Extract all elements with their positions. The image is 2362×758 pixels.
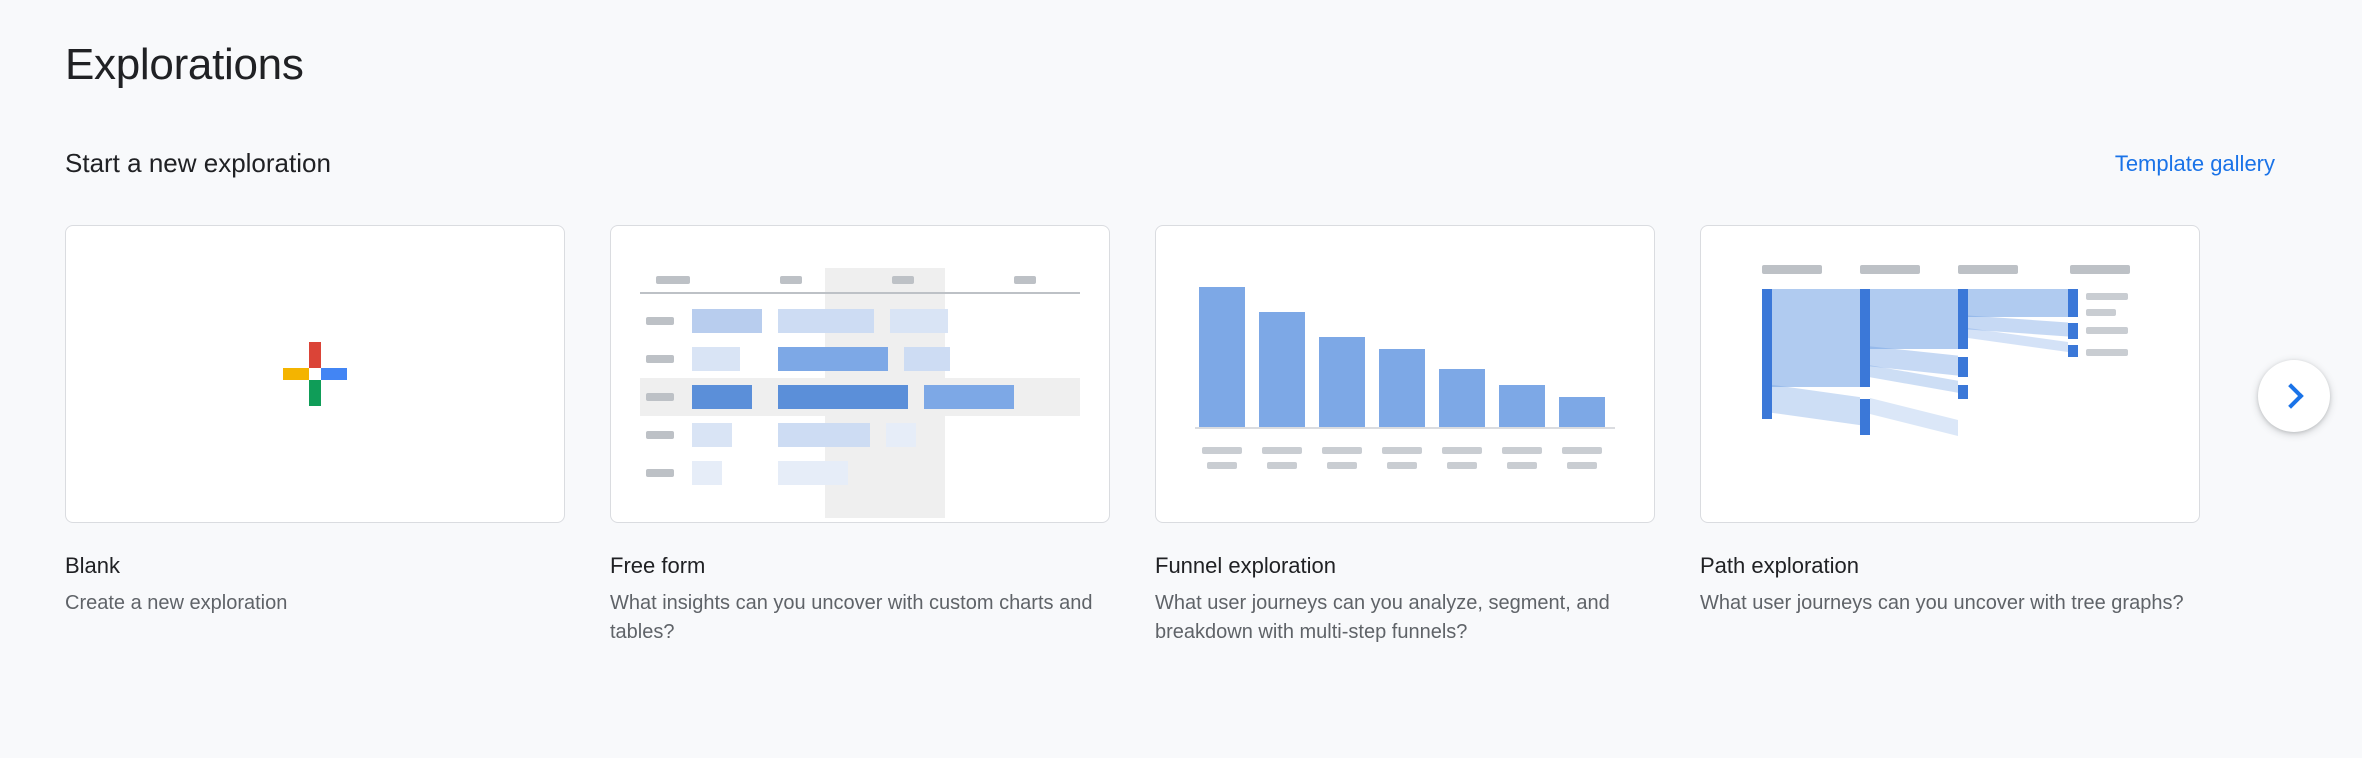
card-funnel-preview — [1155, 225, 1655, 523]
card-freeform-desc: What insights can you uncover with custo… — [610, 589, 1110, 647]
card-path[interactable]: Path exploration What user journeys can … — [1700, 225, 2200, 647]
card-blank-title: Blank — [65, 553, 565, 579]
plus-icon — [283, 342, 347, 406]
card-path-preview — [1700, 225, 2200, 523]
card-blank-desc: Create a new exploration — [65, 589, 565, 618]
page-title: Explorations — [65, 40, 2297, 90]
start-new-exploration-label: Start a new exploration — [65, 148, 331, 179]
template-gallery-link[interactable]: Template gallery — [2115, 151, 2275, 177]
card-freeform[interactable]: Free form What insights can you uncover … — [610, 225, 1110, 647]
template-cards-row: Blank Create a new exploration — [65, 225, 2297, 647]
card-funnel[interactable]: Funnel exploration What user journeys ca… — [1155, 225, 1655, 647]
card-freeform-preview — [610, 225, 1110, 523]
card-blank-preview — [65, 225, 565, 523]
next-templates-button[interactable] — [2258, 360, 2330, 432]
card-path-desc: What user journeys can you uncover with … — [1700, 589, 2200, 618]
chevron-right-icon — [2278, 383, 2303, 408]
card-path-title: Path exploration — [1700, 553, 2200, 579]
card-funnel-desc: What user journeys can you analyze, segm… — [1155, 589, 1655, 647]
card-funnel-title: Funnel exploration — [1155, 553, 1655, 579]
card-freeform-title: Free form — [610, 553, 1110, 579]
card-blank[interactable]: Blank Create a new exploration — [65, 225, 565, 647]
subhead-row: Start a new exploration Template gallery — [65, 148, 2297, 179]
